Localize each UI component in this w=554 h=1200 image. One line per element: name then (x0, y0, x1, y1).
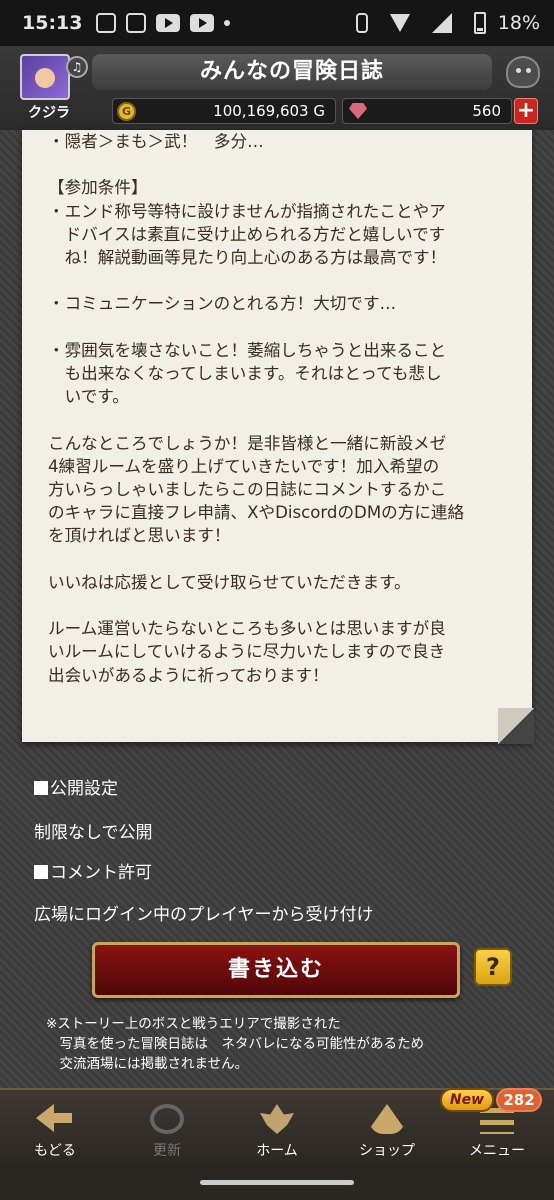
comment-setting-label[interactable]: コメント許可 (34, 858, 152, 883)
page-title: みんなの冒険日誌 (92, 54, 492, 90)
home-icon (260, 1104, 294, 1134)
gem-display: 560 (342, 98, 512, 124)
avatar-image (20, 54, 70, 100)
gem-icon (349, 103, 367, 119)
youtube-icon (156, 14, 181, 32)
slime-icon[interactable] (506, 56, 540, 88)
notification-count-badge: 282 (496, 1088, 542, 1112)
back-arrow-tail (52, 1113, 72, 1123)
public-setting-value[interactable]: 制限なしで公開 (34, 818, 153, 843)
help-button[interactable]: ? (474, 948, 512, 986)
twitch-icon (96, 13, 117, 33)
nav-refresh-label: 更新 (153, 1143, 181, 1159)
player-avatar[interactable]: クジラ (20, 54, 70, 121)
battery-percent: 18% (497, 12, 540, 34)
page-fold (498, 708, 534, 744)
gesture-bar[interactable] (200, 1180, 354, 1185)
comment-setting-value[interactable]: 広場にログイン中のプレイヤーから受け付け (34, 900, 374, 925)
avatar-name: クジラ (28, 105, 70, 121)
vibrate-icon (355, 13, 368, 33)
public-setting-label[interactable]: 公開設定 (34, 774, 118, 799)
gold-coin-icon: G (117, 102, 136, 121)
battery-icon (473, 12, 486, 34)
notice-text: ※ストーリー上のボスと戦うエリアで撮影された 写真を使った冒険日誌は ネタバレに… (46, 1016, 424, 1072)
youtube-icon-2 (190, 14, 215, 32)
diary-body: ・隠者＞まも＞武！ 多分… 【参加条件】 ・エンド称号等特に設けませんが指摘され… (48, 132, 465, 685)
nav-menu-label: メニュー (469, 1143, 525, 1159)
alert-icon (126, 13, 147, 33)
nav-shop[interactable]: ショップ (332, 1090, 442, 1166)
signal-icon (431, 13, 452, 33)
comment-setting-text: コメント許可 (50, 863, 152, 883)
public-checkbox[interactable] (34, 781, 48, 795)
nav-home[interactable]: ホーム (222, 1090, 332, 1166)
nav-home-label: ホーム (256, 1143, 298, 1159)
shop-slime-icon (370, 1104, 404, 1134)
wifi-icon (389, 14, 410, 32)
new-badge: New (440, 1088, 494, 1112)
gem-amount: 560 (472, 102, 501, 120)
write-button[interactable]: 書き込む (92, 942, 460, 998)
nav-shop-label: ショップ (359, 1143, 415, 1159)
refresh-icon (150, 1104, 184, 1134)
public-setting-text: 公開設定 (50, 779, 118, 799)
comment-checkbox[interactable] (34, 865, 48, 879)
add-gems-button[interactable]: + (514, 98, 538, 124)
nav-back-label: もどる (34, 1143, 76, 1159)
nav-refresh[interactable]: 更新 (112, 1090, 222, 1166)
diary-paper[interactable]: ・隠者＞まも＞武！ 多分… 【参加条件】 ・エンド称号等特に設けませんが指摘され… (22, 130, 534, 744)
status-bar: 15:13 18% (0, 0, 554, 46)
status-time: 15:13 (22, 12, 83, 34)
notification-dot-icon (224, 20, 231, 26)
app-header: クジラ ♫ みんなの冒険日誌 G 100,169,603 G 560 + (0, 46, 554, 130)
nav-back[interactable]: もどる (0, 1090, 110, 1166)
gold-amount: 100,169,603 G (213, 102, 325, 120)
audio-icon[interactable]: ♫ (66, 56, 88, 78)
gold-display: G 100,169,603 G (112, 98, 336, 124)
